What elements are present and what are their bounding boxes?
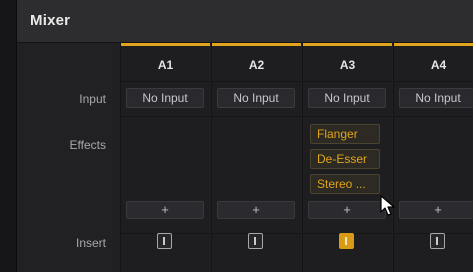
divider — [394, 81, 473, 82]
insert-toggle-icon[interactable] — [157, 233, 172, 249]
panel-title: Mixer — [30, 12, 71, 29]
channel-a2: A2 No Input + — [211, 43, 301, 272]
divider — [303, 81, 392, 82]
channel-a3: A3 No Input Flanger De-Esser Stereo ... … — [302, 43, 392, 272]
mixer-header: Mixer — [17, 0, 473, 43]
input-row-label: Input — [79, 92, 106, 106]
insert-toggle-icon[interactable] — [430, 233, 445, 249]
input-selector[interactable]: No Input — [399, 88, 473, 108]
effect-slot-flanger[interactable]: Flanger — [310, 124, 380, 144]
channel-accent-bar — [212, 43, 301, 46]
channel-a4: A4 No Input + — [393, 43, 473, 272]
effect-slot-stereo[interactable]: Stereo ... — [310, 174, 380, 194]
channel-name: A2 — [248, 58, 265, 72]
insert-toggle-icon[interactable] — [339, 233, 354, 249]
insert-row-label: Insert — [75, 236, 106, 250]
channel-accent-bar — [303, 43, 392, 46]
insert-bar — [254, 237, 256, 245]
add-effect-button[interactable]: + — [308, 201, 386, 219]
effects-row-label: Effects — [69, 138, 106, 152]
effect-slot-de-esser[interactable]: De-Esser — [310, 149, 380, 169]
channel-name: A3 — [339, 58, 356, 72]
channel-a1: A1 No Input + — [120, 43, 210, 272]
channel-name: A4 — [430, 58, 447, 72]
divider — [212, 81, 301, 82]
channel-name: A1 — [157, 58, 174, 72]
mixer-body: Input Effects Insert A1 No Input + A2 No… — [17, 43, 473, 272]
channel-accent-bar — [121, 43, 210, 46]
left-edge-panel — [0, 0, 17, 272]
add-effect-button[interactable]: + — [399, 201, 473, 219]
add-effect-button[interactable]: + — [217, 201, 295, 219]
insert-bar — [436, 237, 438, 245]
insert-toggle-icon[interactable] — [248, 233, 263, 249]
mixer-window: Mixer Input Effects Insert A1 No Input +… — [0, 0, 473, 272]
input-selector[interactable]: No Input — [217, 88, 295, 108]
insert-bar — [163, 237, 165, 245]
row-labels-column: Input Effects Insert — [17, 43, 118, 272]
add-effect-button[interactable]: + — [126, 201, 204, 219]
input-selector[interactable]: No Input — [308, 88, 386, 108]
channel-accent-bar — [394, 43, 473, 46]
divider — [121, 81, 210, 82]
input-selector[interactable]: No Input — [126, 88, 204, 108]
arrow-cursor-icon — [380, 195, 395, 216]
insert-bar — [345, 237, 347, 245]
